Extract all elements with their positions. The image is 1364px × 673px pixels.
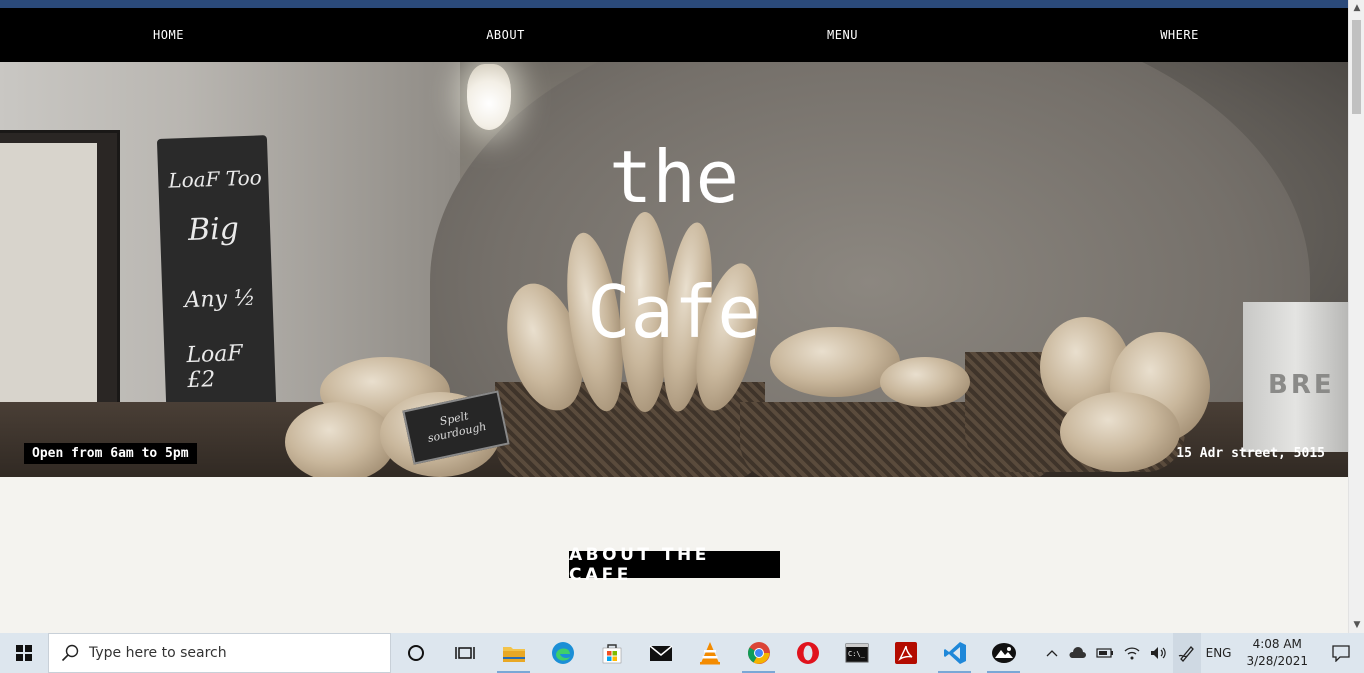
hero-title-the: the [608, 135, 740, 219]
windows-logo-icon [16, 645, 32, 661]
opera-icon[interactable] [783, 633, 832, 673]
photos-icon[interactable] [979, 633, 1028, 673]
battery-icon[interactable] [1091, 633, 1119, 673]
scrollbar-thumb[interactable] [1352, 20, 1361, 114]
clock[interactable]: 4:08 AM 3/28/2021 [1236, 636, 1318, 670]
search-icon [61, 644, 79, 662]
cortana-icon[interactable] [391, 633, 440, 673]
taskbar-search[interactable]: Type here to search [48, 633, 391, 673]
vscode-icon[interactable] [930, 633, 979, 673]
chrome-icon[interactable] [734, 633, 783, 673]
show-hidden-icons-chevron-icon[interactable] [1041, 633, 1063, 673]
onedrive-cloud-icon[interactable] [1063, 633, 1091, 673]
windows-taskbar: Type here to search C:\_ ENG 4:08 AM 3/2… [0, 633, 1364, 673]
bread-loaf [285, 402, 395, 477]
hero-banner: LoaF Too Big Any ½ LoaF £2 BRE Spelt sou… [0, 62, 1348, 477]
light-bulb [467, 64, 511, 130]
nav-where[interactable]: WHERE [1011, 8, 1348, 62]
vlc-icon[interactable] [685, 633, 734, 673]
svg-text:C:\_: C:\_ [848, 650, 866, 658]
search-placeholder: Type here to search [89, 645, 227, 661]
store-icon[interactable] [587, 633, 636, 673]
top-accent-bar [0, 0, 1348, 8]
scroll-up-arrow-icon[interactable]: ▲ [1349, 0, 1364, 16]
opening-hours: Open from 6am to 5pm [24, 443, 197, 464]
mail-icon[interactable] [636, 633, 685, 673]
clock-time: 4:08 AM [1252, 637, 1302, 651]
pen-workspace-icon[interactable] [1172, 633, 1201, 673]
nav-menu[interactable]: MENU [674, 8, 1011, 62]
address: 15 Adr street, 5015 [1176, 446, 1325, 461]
acrobat-icon[interactable] [881, 633, 930, 673]
language-indicator[interactable]: ENG [1201, 633, 1237, 673]
nav-home[interactable]: HOME [0, 8, 337, 62]
start-button[interactable] [0, 633, 48, 673]
nav-about[interactable]: ABOUT [337, 8, 674, 62]
scroll-down-arrow-icon[interactable]: ▼ [1349, 617, 1364, 633]
notifications-icon[interactable] [1318, 633, 1364, 673]
main-nav: HOME ABOUT MENU WHERE [0, 8, 1348, 62]
about-heading: ABOUT THE CAFE [569, 545, 780, 585]
volume-icon[interactable] [1145, 633, 1173, 673]
edge-icon[interactable] [538, 633, 587, 673]
file-explorer-icon[interactable] [489, 633, 538, 673]
wifi-icon[interactable] [1119, 633, 1145, 673]
task-view-icon[interactable] [440, 633, 489, 673]
bread-loaf [1060, 392, 1180, 472]
system-tray: ENG 4:08 AM 3/28/2021 [1041, 633, 1364, 673]
page: HOME ABOUT MENU WHERE LoaF Too Big Any ½… [0, 0, 1364, 673]
bread-tin-label: BRE [1268, 370, 1335, 400]
hero-title-cafe: Cafe [587, 270, 761, 354]
clock-date: 3/28/2021 [1246, 654, 1308, 668]
vertical-scrollbar[interactable]: ▲ ▼ [1348, 0, 1364, 633]
terminal-icon[interactable]: C:\_ [832, 633, 881, 673]
bread-loaf [880, 357, 970, 407]
